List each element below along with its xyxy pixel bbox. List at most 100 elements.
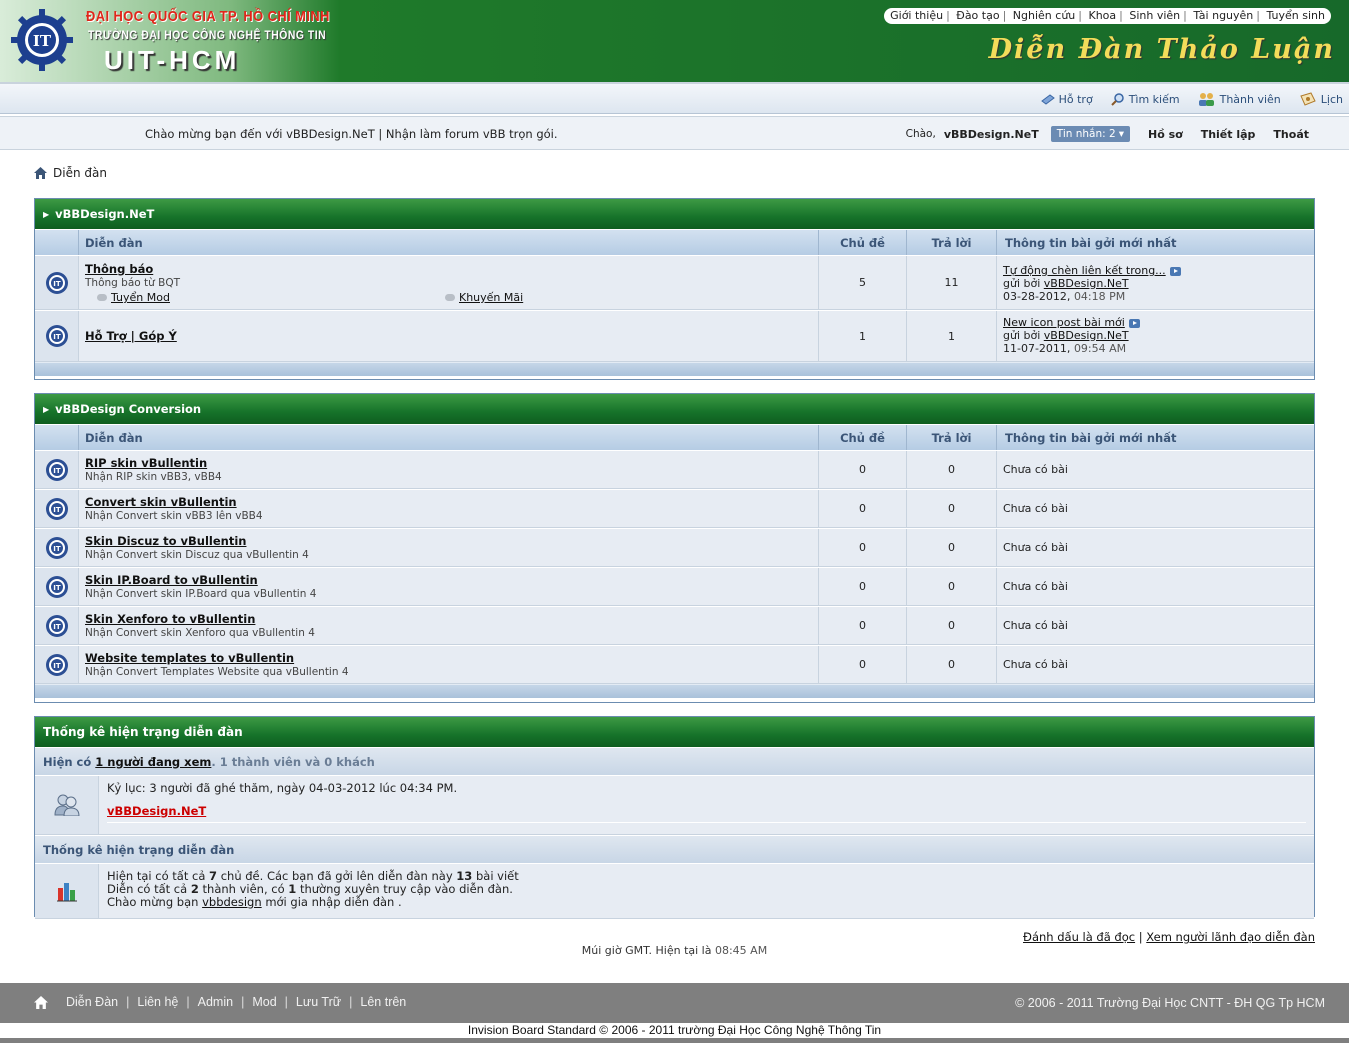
forum-row: IT Skin Discuz to vBullentin Nhận Convert …: [35, 528, 1314, 567]
thread-total: 7: [209, 869, 218, 883]
topnav-nghien-cuu[interactable]: Nghiên cứu: [1013, 9, 1075, 22]
svg-text:IT: IT: [53, 584, 61, 592]
username-link[interactable]: vBBDesign.NeT: [944, 128, 1039, 141]
profile-link[interactable]: Hồ sơ: [1148, 128, 1183, 141]
post-count: 0: [907, 646, 997, 683]
mark-read-link[interactable]: Đánh dấu là đã đọc: [1023, 930, 1135, 944]
last-post-empty: Chưa có bài: [997, 568, 1314, 605]
nav-members[interactable]: Thành viên: [1198, 92, 1281, 106]
top-navigation: Giới thiệu | Đào tạo | Nghiên cứu | Khoa | S…: [884, 8, 1331, 24]
footer-link-mod[interactable]: Mod: [252, 995, 276, 1009]
university-logo-icon[interactable]: IT: [10, 8, 74, 72]
home-icon[interactable]: [34, 167, 47, 179]
last-post-author[interactable]: vBBDesign.NeT: [1044, 277, 1129, 290]
category-title: vBBDesign Conversion: [55, 402, 202, 416]
forum-title-link[interactable]: Website templates to vBullentin: [85, 651, 812, 665]
last-post-empty: Chưa có bài: [997, 607, 1314, 644]
table-header: Diễn đàn Chủ đề Trả lời Thông tin bài gở…: [35, 229, 1314, 255]
calendar-icon: [1300, 92, 1316, 106]
forum-title-link[interactable]: RIP skin vBullentin: [85, 456, 812, 470]
forum-title-link[interactable]: Hỗ Trợ | Góp Ý: [85, 329, 177, 343]
nav-help-label: Hỗ trợ: [1058, 92, 1093, 106]
settings-link[interactable]: Thiết lập: [1201, 128, 1256, 141]
footer-link-admin[interactable]: Admin: [198, 995, 233, 1009]
footer-link-top[interactable]: Lên trên: [360, 995, 406, 1009]
online-users-link[interactable]: 1 người đang xem: [95, 755, 211, 769]
svg-text:IT: IT: [53, 623, 61, 631]
nav-help[interactable]: Hỗ trợ: [1040, 92, 1093, 106]
last-post-title[interactable]: Tự động chèn liên kết trong...: [1003, 264, 1166, 277]
online-member-link[interactable]: vBBDesign.NeT: [107, 804, 206, 818]
nav-search[interactable]: Tìm kiếm: [1110, 92, 1180, 106]
logout-link[interactable]: Thoát: [1273, 128, 1309, 141]
forum-description: Nhận Convert skin vBB3 lên vBB4: [85, 510, 263, 522]
category-footer: [35, 684, 1314, 698]
private-messages-button[interactable]: Tin nhắn: 2 ▾: [1050, 126, 1130, 142]
stats-text: Diễn có tất cả: [107, 882, 188, 896]
forum-description: Nhận Convert Templates Website qua vBull…: [85, 666, 349, 678]
forum-title-link[interactable]: Convert skin vBullentin: [85, 495, 812, 509]
footer-link-archive[interactable]: Lưu Trữ: [296, 995, 341, 1009]
forum-statistics: Thống kê hiện trạng diễn đàn Hiện có 1 n…: [34, 716, 1315, 919]
svg-text:IT: IT: [53, 545, 61, 553]
table-header: Diễn đàn Chủ đề Trả lời Thông tin bài gở…: [35, 424, 1314, 450]
thread-count: 1: [819, 311, 907, 361]
forum-title-link[interactable]: Skin Xenforo to vBullentin: [85, 612, 812, 626]
col-threads: Chủ đề: [819, 230, 907, 255]
forum-description: Thông báo từ BQT: [85, 277, 181, 289]
forum-row: IT Skin Xenforo to vBullentin Nhận Convert…: [35, 606, 1314, 645]
category-header[interactable]: ▶ vBBDesign Conversion: [35, 394, 1314, 424]
topnav-gioi-thieu[interactable]: Giới thiệu: [890, 9, 943, 22]
home-icon[interactable]: [34, 995, 48, 1009]
go-to-last-post-icon[interactable]: [1128, 318, 1140, 328]
breadcrumb: Diễn đàn: [34, 166, 107, 180]
subforum-khuyen-mai[interactable]: Khuyến Mãi: [445, 291, 523, 304]
breadcrumb-forum[interactable]: Diễn đàn: [53, 166, 107, 180]
col-posts: Trả lời: [907, 230, 997, 255]
forum-title-link[interactable]: Skin Discuz to vBullentin: [85, 534, 812, 548]
copyright-notice: Invision Board Standard © 2006 - 2011 tr…: [0, 1023, 1349, 1037]
forum-status-icon: IT: [45, 497, 68, 520]
thread-count: 5: [819, 256, 907, 309]
svg-text:IT: IT: [53, 280, 61, 288]
go-to-last-post-icon[interactable]: [1169, 266, 1181, 276]
bottom-strip: [0, 1038, 1349, 1043]
member-total: 2: [190, 882, 199, 896]
newest-member-link[interactable]: vbbdesign: [202, 895, 262, 909]
thread-count: 0: [819, 646, 907, 683]
nav-calendar[interactable]: Lịch: [1299, 92, 1343, 106]
footer-link-forum[interactable]: Diễn Đàn: [66, 995, 118, 1009]
footer-copyright-right: © 2006 - 2011 Trường Đại Học CNTT - ĐH Q…: [1015, 996, 1325, 1010]
last-post-author[interactable]: vBBDesign.NeT: [1044, 329, 1129, 342]
welcome-bar: Chào mừng bạn đến với vBBDesign.NeT | Nh…: [0, 116, 1349, 150]
forum-title-link[interactable]: Thông báo: [85, 262, 812, 276]
topnav-sinh-vien[interactable]: Sinh viên: [1129, 9, 1180, 22]
last-post-title[interactable]: New icon post bài mới: [1003, 316, 1125, 329]
thread-count: 0: [819, 568, 907, 605]
post-count: 0: [907, 568, 997, 605]
thread-count: 0: [819, 451, 907, 488]
subforum-label: Khuyến Mãi: [459, 291, 524, 304]
nav-calendar-label: Lịch: [1320, 92, 1343, 106]
thread-count: 0: [819, 529, 907, 566]
greeting: Chào,: [905, 128, 936, 140]
forum-status-icon: IT: [45, 653, 68, 676]
stats-text: chủ đề. Các bạn đã gởi lên diễn đàn này: [220, 869, 453, 883]
forum-title-link[interactable]: Skin IP.Board to vBullentin: [85, 573, 812, 587]
topnav-dao-tao[interactable]: Đào tạo: [956, 9, 999, 22]
users-online-icon: [53, 794, 80, 816]
topnav-tuyen-sinh[interactable]: Tuyển sinh: [1267, 9, 1326, 22]
last-post-time: 09:54 AM: [1073, 342, 1127, 355]
category-header[interactable]: ▶ vBBDesign.NeT: [35, 199, 1314, 229]
topnav-khoa[interactable]: Khoa: [1088, 9, 1116, 22]
view-leaders-link[interactable]: Xem người lãnh đạo diễn đàn: [1146, 930, 1315, 944]
topnav-tai-nguyen[interactable]: Tài nguyên: [1193, 9, 1253, 22]
subforum-tuyen-mod[interactable]: Tuyển Mod: [97, 291, 170, 304]
last-post-date: 11-07-2011,: [1003, 342, 1071, 355]
col-last-post: Thông tin bài gởi mới nhất: [1005, 430, 1177, 445]
user-box: Chào, vBBDesign.NeT Tin nhắn: 2 ▾ Hồ sơ T…: [906, 124, 1309, 144]
post-total: 13: [456, 869, 473, 883]
forum-navbar: Hỗ trợ Tìm kiếm Thành viên Lịch: [0, 84, 1349, 114]
footer-link-contact[interactable]: Liên hệ: [137, 995, 178, 1009]
site-header: IT ĐẠI HỌC QUỐC GIA TP. HỒ CHÍ MINH TRƯỜ…: [0, 0, 1349, 84]
